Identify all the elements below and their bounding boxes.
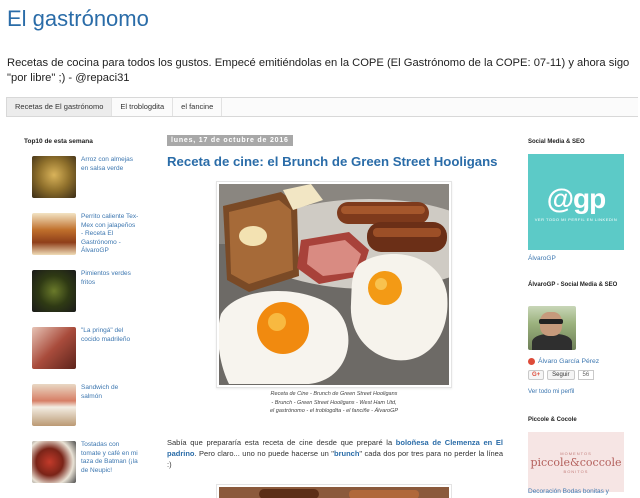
popular-posts-title: Top10 de esta semana: [24, 138, 93, 145]
piccole-logo-text: piccole&coccole: [530, 455, 622, 469]
post-image[interactable]: [216, 181, 452, 388]
blog-description: Recetas de cocina para todos los gustos.…: [7, 57, 630, 84]
popular-thumb-image[interactable]: [32, 384, 76, 426]
caption-line: el gastrónomo - el troblogdita - el fanc…: [269, 408, 399, 414]
piccole-widget-title: Piccole & Cocole: [528, 417, 577, 423]
gp-logo-image[interactable]: @gp VER TODO MI PERFIL EN LINKEDIN: [528, 154, 624, 250]
post-main: lunes, 17 de octubre de 2016 Receta de c…: [157, 122, 512, 498]
popular-item[interactable]: Pimientos verdes fritos: [20, 270, 138, 320]
popular-item-label[interactable]: Pimientos verdes fritos: [81, 270, 139, 287]
popular-item-label[interactable]: Arroz con almejas en salsa verde: [81, 156, 139, 173]
brunch-link[interactable]: brunch: [334, 449, 359, 458]
avatar[interactable]: [528, 306, 576, 350]
popular-item-label[interactable]: Perrito caliente Tex-Mex con jalapeños -…: [81, 213, 139, 256]
tab-troblogdita[interactable]: El troblogdita: [112, 98, 174, 116]
post-body-text: . Pero claro... uno no puede hacerse un …: [194, 449, 334, 458]
right-sidebar: Social Media & SEO @gp VER TODO MI PERFI…: [524, 122, 634, 498]
alvarogp-link[interactable]: ÁlvaroGP: [528, 255, 556, 262]
piccole-link[interactable]: Decoración Bodas bonitas y: [528, 488, 609, 495]
tab-fancine[interactable]: el fancine: [173, 98, 223, 116]
piccole-logo-bottom: BONITOS: [563, 468, 589, 474]
caption-line: Receta de Cine - Brunch de Green Street …: [270, 391, 398, 397]
popular-item[interactable]: "La pringá" del cocido madrileño: [20, 327, 138, 377]
gplus-icon: [528, 358, 535, 365]
popular-thumb-image[interactable]: [32, 270, 76, 312]
page-tabs: Recetas de El gastrónomo El troblogdita …: [6, 97, 638, 117]
popular-thumb-image[interactable]: [32, 156, 76, 198]
popular-posts-widget: Top10 de esta semana Arroz con almejas e…: [20, 122, 138, 498]
tab-recetas[interactable]: Recetas de El gastrónomo: [6, 98, 113, 116]
follow-button[interactable]: Seguir: [547, 370, 575, 380]
popular-item[interactable]: Arroz con almejas en salsa verde: [20, 156, 138, 206]
popular-thumb-image[interactable]: [32, 213, 76, 255]
image-caption: Receta de Cine - Brunch de Green Street …: [216, 390, 452, 416]
piccole-logo-image[interactable]: MOMENTOS piccole&coccole BONITOS: [528, 432, 624, 492]
post-body: Sabía que prepararía esta receta de cine…: [167, 437, 503, 470]
popular-item-label[interactable]: Sandwich de salmón: [81, 384, 139, 401]
popular-thumb-image[interactable]: [32, 327, 76, 369]
caption-line: - Brunch - Green Street Hooligans - West…: [271, 399, 397, 406]
post-second-image[interactable]: [216, 484, 452, 498]
follow-widget: G+ Seguir 56: [528, 370, 595, 380]
popular-item-label[interactable]: "La pringá" del cocido madrileño: [81, 327, 139, 344]
view-profile-link[interactable]: Ver todo mi perfil: [528, 388, 574, 395]
gp-logo-mark: @gp: [546, 182, 607, 214]
post-title[interactable]: Receta de cine: el Brunch de Green Stree…: [167, 154, 498, 169]
popular-item[interactable]: Sandwich de salmón: [20, 384, 138, 434]
popular-item[interactable]: Tostadas con tomate y café en mi taza de…: [20, 441, 138, 491]
popular-item-label[interactable]: Tostadas con tomate y café en mi taza de…: [81, 441, 139, 475]
profile-name[interactable]: Álvaro García Pérez: [538, 358, 599, 365]
gplus-profile[interactable]: Álvaro García Pérez: [528, 358, 599, 365]
social-widget-title: Social Media & SEO: [528, 139, 585, 145]
gplus-badge-icon: G+: [528, 370, 545, 380]
follower-count: 56: [577, 370, 595, 380]
blog-title[interactable]: El gastrónomo: [7, 6, 149, 32]
gp-logo-subtitle: VER TODO MI PERFIL EN LINKEDIN: [534, 216, 618, 222]
popular-thumb-image[interactable]: [32, 441, 76, 483]
popular-item[interactable]: Perrito caliente Tex-Mex con jalapeños -…: [20, 213, 138, 263]
profile-widget-title: ÁlvaroGP - Social Media & SEO: [528, 282, 618, 288]
post-date: lunes, 17 de octubre de 2016: [167, 135, 293, 146]
post-body-text: Sabía que prepararía esta receta de cine…: [167, 438, 396, 447]
